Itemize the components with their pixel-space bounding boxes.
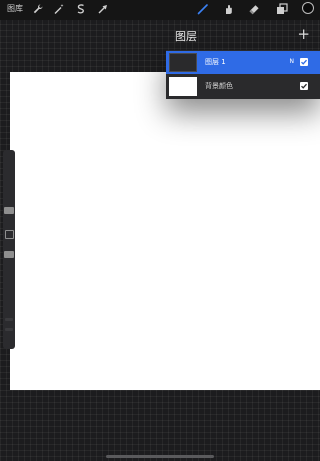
brush-size-slider[interactable] bbox=[4, 207, 14, 214]
add-layer-button[interactable]: + bbox=[297, 25, 310, 43]
left-sidebar bbox=[3, 150, 15, 349]
redo-button[interactable] bbox=[5, 328, 13, 331]
layer-name: 背景颜色 bbox=[205, 82, 233, 90]
blend-mode-button[interactable]: N bbox=[290, 57, 295, 67]
smudge-icon[interactable] bbox=[222, 3, 234, 15]
visibility-checkbox[interactable] bbox=[300, 82, 308, 90]
layers-panel-header: 图层 + bbox=[166, 25, 320, 48]
layer-thumbnail bbox=[169, 77, 197, 96]
layers-icon[interactable] bbox=[276, 3, 288, 15]
wrench-icon[interactable] bbox=[32, 3, 44, 15]
opacity-slider[interactable] bbox=[4, 251, 14, 258]
brush-icon[interactable] bbox=[197, 3, 209, 15]
home-indicator bbox=[106, 455, 214, 458]
drawing-canvas[interactable] bbox=[10, 72, 320, 390]
top-toolbar: 图库 bbox=[0, 0, 320, 20]
layers-title: 图层 bbox=[175, 30, 197, 43]
undo-button[interactable] bbox=[5, 318, 13, 321]
layer-row[interactable]: 背景颜色 bbox=[166, 75, 320, 98]
layer-thumbnail bbox=[169, 53, 197, 72]
layer-row[interactable]: 图层 1 N bbox=[166, 51, 320, 74]
eraser-icon[interactable] bbox=[248, 3, 260, 15]
color-picker-swatch[interactable] bbox=[302, 2, 314, 14]
magic-wand-icon[interactable] bbox=[53, 3, 65, 15]
visibility-checkbox[interactable] bbox=[300, 58, 308, 66]
layer-name: 图层 1 bbox=[205, 58, 226, 66]
gallery-button[interactable]: 图库 bbox=[7, 3, 23, 15]
transform-arrow-icon[interactable] bbox=[97, 3, 109, 15]
selection-icon[interactable] bbox=[75, 3, 87, 15]
layers-panel: 图层 1 N 背景颜色 bbox=[166, 50, 320, 99]
modify-button[interactable] bbox=[5, 230, 14, 239]
